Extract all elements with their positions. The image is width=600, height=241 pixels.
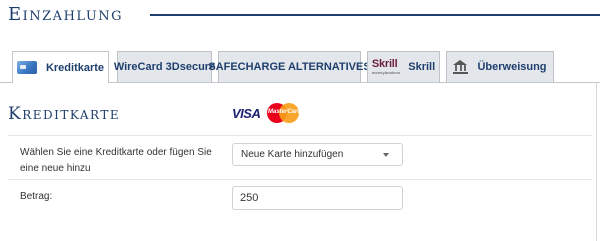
- tab-label: Skrill: [408, 61, 436, 73]
- row-divider: [8, 179, 592, 180]
- tab-label: Überweisung: [477, 61, 547, 73]
- card-select-value: Neue Karte hinzufügen: [241, 149, 344, 160]
- amount-label: Betrag:: [20, 191, 53, 202]
- row-divider: [8, 135, 592, 136]
- page-title: Einzahlung: [8, 4, 124, 25]
- amount-input[interactable]: [232, 186, 403, 210]
- mastercard-logo-text: MasterCard: [268, 109, 302, 115]
- mastercard-logo: MasterCard: [267, 103, 302, 123]
- chevron-down-icon: [383, 153, 389, 157]
- skrill-logo-text: Skrill: [371, 58, 398, 70]
- visa-logo: VISA: [232, 106, 261, 121]
- bank-icon: [453, 60, 469, 74]
- card-select[interactable]: Neue Karte hinzufügen: [232, 143, 403, 166]
- skrill-logo: Skrill moneybookers: [372, 59, 400, 75]
- tab-kreditkarte[interactable]: Kreditkarte: [12, 51, 109, 83]
- title-divider: [150, 14, 600, 16]
- tab-safecharge-alternatives[interactable]: SAFECHARGE ALTERNATIVES: [208, 51, 371, 82]
- tab-label: WireCard 3Dsecure: [113, 61, 216, 73]
- section-title: Kreditkarte: [8, 104, 121, 124]
- panel-edge: [596, 82, 597, 241]
- tab-ueberweisung[interactable]: Überweisung: [446, 51, 554, 82]
- tab-label: Kreditkarte: [45, 61, 105, 74]
- tab-skrill[interactable]: Skrill moneybookers Skrill: [367, 51, 440, 82]
- card-select-label: Wählen Sie eine Kreditkarte oder fügen S…: [20, 147, 212, 174]
- tab-label: SAFECHARGE ALTERNATIVES: [208, 61, 371, 73]
- tab-wirecard-3dsecure[interactable]: WireCard 3Dsecure: [113, 51, 216, 82]
- skrill-logo-subtext: moneybookers: [371, 70, 401, 75]
- credit-card-icon: [16, 61, 37, 74]
